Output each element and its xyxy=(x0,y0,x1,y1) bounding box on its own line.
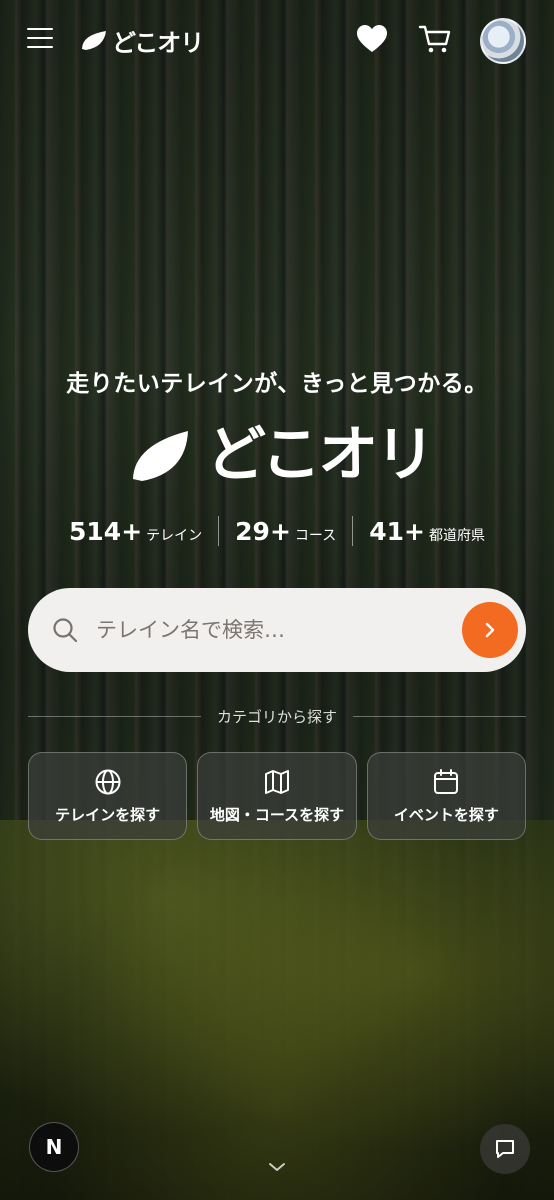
button-label: イベントを探す xyxy=(393,805,499,824)
top-header: どこオリ xyxy=(0,18,554,64)
user-avatar[interactable] xyxy=(480,18,526,64)
brand-leaf-icon xyxy=(133,431,188,481)
stat-label: コース xyxy=(294,527,337,544)
stat-prefectures: 41+ 都道府県 xyxy=(353,517,501,546)
stat-courses: 29+ コース xyxy=(219,517,352,546)
calendar-icon xyxy=(434,768,459,794)
hamburger-menu-icon[interactable] xyxy=(27,28,53,50)
search-submit-button[interactable] xyxy=(462,602,518,658)
stat-terrains: 514+ テレイン xyxy=(53,517,218,546)
map-icon xyxy=(264,769,289,794)
header-brand-text: どこオリ xyxy=(112,28,204,57)
chevron-right-icon xyxy=(485,622,495,638)
chat-icon xyxy=(496,1140,514,1158)
brand-leaf-icon xyxy=(82,31,106,50)
stat-number: 514+ xyxy=(69,516,143,546)
find-terrain-button[interactable]: テレインを探す xyxy=(28,752,188,840)
category-buttons: テレインを探す 地図・コースを探す イベントを探す xyxy=(28,752,526,840)
stats-bar: 514+ テレイン 29+ コース 41+ 都道府県 xyxy=(0,516,554,546)
heart-icon[interactable] xyxy=(356,24,388,54)
globe-icon xyxy=(95,769,121,794)
search-bar xyxy=(28,588,526,672)
hero-logo: どこオリ xyxy=(130,420,435,490)
header-logo[interactable]: どこオリ xyxy=(80,24,204,57)
chat-button[interactable] xyxy=(480,1124,530,1174)
cart-icon[interactable] xyxy=(418,24,452,54)
button-label: テレインを探す xyxy=(55,805,161,824)
chevron-down-icon[interactable] xyxy=(266,1160,288,1174)
stat-number: 29+ xyxy=(235,516,291,546)
divider xyxy=(28,716,201,717)
stat-label: テレイン xyxy=(146,527,203,544)
button-label: 地図・コースを探す xyxy=(209,805,345,824)
n-badge[interactable]: N xyxy=(29,1122,79,1172)
search-icon xyxy=(53,618,78,643)
category-header: カテゴリから探す xyxy=(28,706,527,727)
stat-label: 都道府県 xyxy=(428,527,485,544)
divider xyxy=(353,716,527,717)
stat-number: 41+ xyxy=(369,516,425,546)
hero-brand-text: どこオリ xyxy=(206,420,435,490)
category-title: カテゴリから探す xyxy=(217,708,338,726)
find-event-button[interactable]: イベントを探す xyxy=(366,752,526,840)
hero-tagline: 走りたいテレインが、きっと見つかる。 xyxy=(66,371,488,397)
find-map-course-button[interactable]: 地図・コースを探す xyxy=(197,752,357,840)
